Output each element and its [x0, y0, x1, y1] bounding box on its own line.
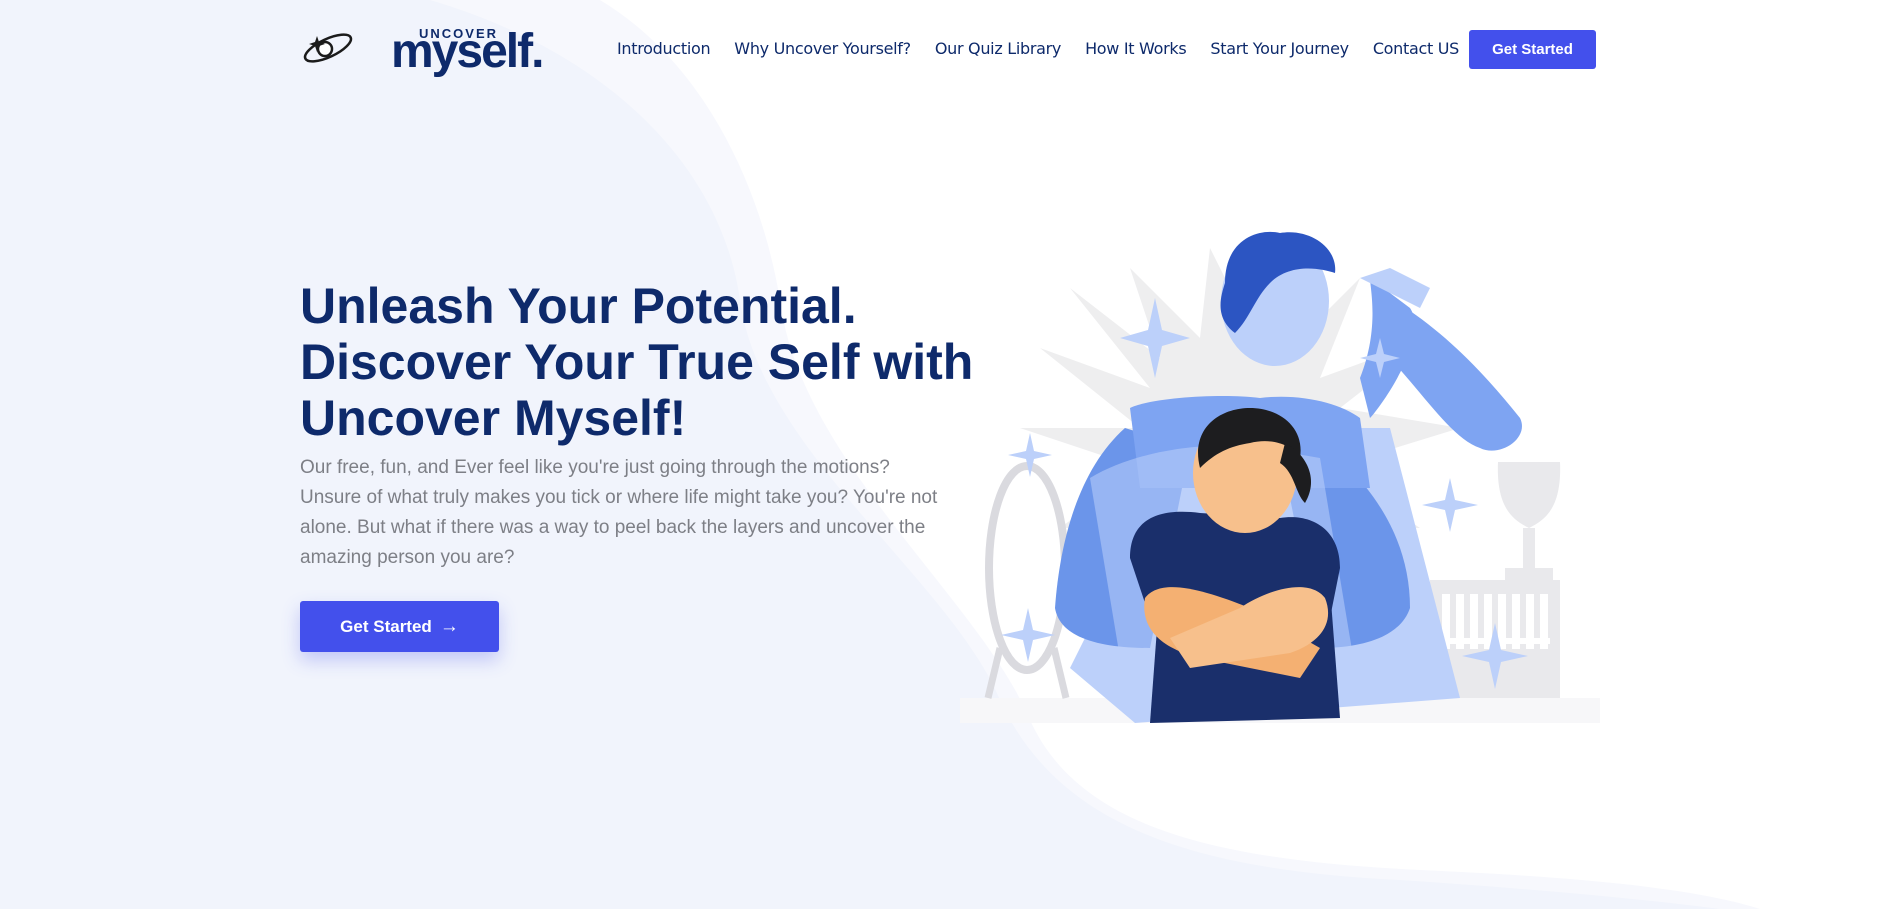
- hero-description: Our free, fun, and Ever feel like you're…: [300, 457, 938, 568]
- hero-cta-label: Get Started: [340, 616, 432, 636]
- nav-item-introduction[interactable]: Introduction: [617, 39, 711, 58]
- planet-logo-icon: [303, 33, 353, 63]
- nav-item-how-it-works[interactable]: How It Works: [1085, 39, 1187, 58]
- nav-item-our-quiz-library[interactable]: Our Quiz Library: [935, 39, 1062, 58]
- hero-illustration: [960, 231, 1600, 723]
- get-started-nav-button[interactable]: Get Started: [1469, 30, 1596, 69]
- brand-wordmark-big: myself.: [391, 25, 544, 78]
- nav-item-start-your-journey[interactable]: Start Your Journey: [1210, 39, 1349, 58]
- nav-item-contact-us[interactable]: Contact US: [1373, 39, 1460, 58]
- main-nav: Introduction Why Uncover Yourself? Our Q…: [617, 39, 1483, 58]
- arrow-right-icon: →: [439, 615, 459, 637]
- nav-item-why-uncover-yourself[interactable]: Why Uncover Yourself?: [734, 39, 911, 58]
- hero-get-started-button[interactable]: Get Started →: [300, 601, 499, 652]
- hero-title: Unleash Your Potential. Discover Your Tr…: [300, 278, 974, 446]
